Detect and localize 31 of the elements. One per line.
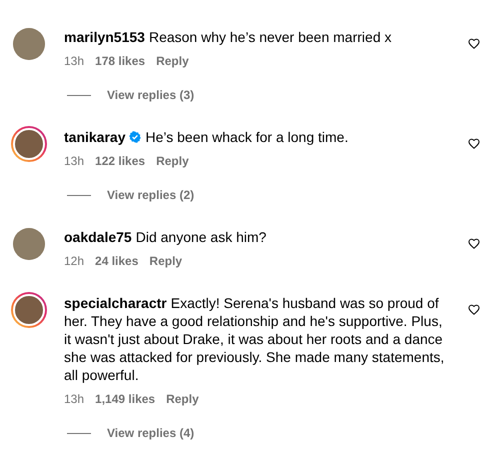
view-replies-button[interactable]: View replies (4) [107,426,194,440]
reply-button[interactable]: Reply [166,392,199,406]
likes-count[interactable]: 122 likes [95,154,146,168]
comment-text: specialcharactr Exactly! Serena's husband was so proud of her. They have a good relationship and he's supportive. Plus, it wasn't just about Drake, it was about her roots and a dance she was attacked for previously. She made many statements, all powerful. [64,294,446,384]
avatar-photo[interactable] [11,292,47,328]
reply-button[interactable]: Reply [156,54,189,68]
comment-time: 12h [64,254,84,268]
comment-text: oakdale75 Did anyone ask him? [64,228,268,246]
avatar-photo[interactable] [13,28,45,60]
heart-icon[interactable] [468,304,480,316]
username-link[interactable]: marilyn5153 [64,29,145,45]
reply-button[interactable]: Reply [156,154,189,168]
comment-text: marilyn5153 Reason why he’s never been married x [64,28,392,46]
avatar-photo[interactable] [13,228,45,260]
username-link[interactable]: tanikaray [64,129,126,145]
comment-text: tanikaray He’s been whack for a long time. [64,128,350,146]
likes-count[interactable]: 1,149 likes [95,392,156,406]
comment-time: 13h [64,392,84,406]
comment-time: 13h [64,54,84,68]
avatar-photo[interactable] [11,126,47,162]
heart-icon[interactable] [468,238,480,250]
likes-count[interactable]: 24 likes [95,254,138,268]
heart-icon[interactable] [468,138,480,150]
comment-time: 13h [64,154,84,168]
reply-button[interactable]: Reply [149,254,182,268]
username-link[interactable]: specialcharactr [64,295,167,311]
heart-icon[interactable] [468,38,480,50]
username-link[interactable]: oakdale75 [64,229,132,245]
likes-count[interactable]: 178 likes [95,54,146,68]
view-replies-button[interactable]: View replies (3) [107,88,194,102]
view-replies-button[interactable]: View replies (2) [107,188,194,202]
